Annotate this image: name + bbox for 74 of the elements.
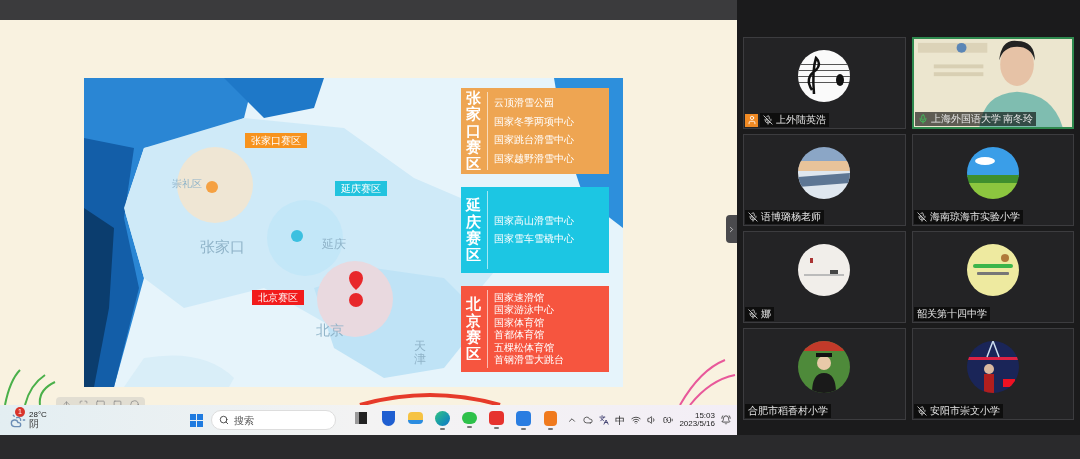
venue-name: 国家冬季两项中心 xyxy=(494,115,574,128)
participant-name: 上海外国语大学 南冬玲 xyxy=(930,113,1034,125)
participant-tile[interactable]: 合肥市稻香村小学 xyxy=(743,328,906,420)
clock-time[interactable]: 15:03 xyxy=(694,412,715,420)
mic-icon[interactable] xyxy=(917,114,928,124)
venue-name: 国家速滑馆 xyxy=(494,291,545,304)
search-field[interactable]: 搜索 xyxy=(211,410,336,430)
running-indicator xyxy=(466,426,472,428)
running-indicator xyxy=(493,427,499,429)
mic-muted-icon[interactable] xyxy=(748,212,758,222)
venue-name: 国家体育馆 xyxy=(494,316,545,329)
zone-label: 延庆赛区 xyxy=(335,181,387,196)
running-indicator xyxy=(547,427,553,430)
participant-name: 娜 xyxy=(761,308,771,320)
venue-name: 国家雪车雪橇中心 xyxy=(494,233,574,246)
chevron-right-icon xyxy=(727,224,736,234)
participant-tile[interactable]: 韶关第十四中学 xyxy=(911,231,1074,323)
participant-name: 合肥市稻香村小学 xyxy=(748,405,828,417)
participant-tile[interactable]: 语博璐杨老师 xyxy=(743,134,906,226)
venue-name: 国家越野滑雪中心 xyxy=(494,152,574,165)
play-icon[interactable] xyxy=(543,410,557,426)
browser-icon[interactable] xyxy=(434,410,450,426)
temperature: 28°C xyxy=(29,411,47,419)
zone-label: 北京赛区 xyxy=(252,290,304,305)
battery-icon[interactable] xyxy=(663,415,674,425)
participant-name: 韶关第十四中学 xyxy=(916,308,987,320)
running-indicator xyxy=(439,427,445,430)
venue-name: 五棵松体育馆 xyxy=(494,341,555,354)
chat-icon[interactable] xyxy=(461,412,477,424)
zone-title: 延庆赛区 xyxy=(466,197,481,263)
weather-icon[interactable] xyxy=(10,412,26,428)
clock-date[interactable]: 2023/5/16 xyxy=(679,420,715,428)
venue-name: 国家跳台滑雪中心 xyxy=(494,134,574,147)
meeting-icon[interactable] xyxy=(515,410,531,426)
document-icon[interactable] xyxy=(488,411,504,425)
participant-tile[interactable]: 安阳市崇文小学 xyxy=(911,328,1074,420)
search-input[interactable]: 搜索 xyxy=(234,412,324,428)
search-icon xyxy=(219,415,229,425)
mic-muted-icon[interactable] xyxy=(916,212,927,222)
chevron-up-icon[interactable] xyxy=(567,415,578,425)
notification-icon[interactable] xyxy=(721,415,731,425)
venue-name: 国家游泳中心 xyxy=(494,304,555,317)
zone-label: 张家口赛区 xyxy=(245,133,307,148)
participant-tile[interactable]: 上海外国语大学 南冬玲 xyxy=(911,37,1074,129)
folder-icon[interactable] xyxy=(407,412,423,424)
venue-name: 首钢滑雪大跳台 xyxy=(494,354,564,367)
place-name: 北京 xyxy=(316,321,344,340)
cloud-icon[interactable] xyxy=(583,415,594,425)
venue-name: 国家高山滑雪中心 xyxy=(494,214,574,227)
venue-name: 云顶滑雪公园 xyxy=(494,97,555,110)
weather-condition: 阴 xyxy=(29,419,40,429)
participant-tile[interactable]: 海南琼海市实验小学 xyxy=(911,134,1074,226)
participant-name: 上外陆英浩 xyxy=(776,114,826,126)
venue-name: 首都体育馆 xyxy=(494,329,545,342)
shield-icon[interactable] xyxy=(381,410,395,426)
place-name: 张家口 xyxy=(200,237,245,257)
collapse-button[interactable] xyxy=(726,215,737,243)
running-indicator xyxy=(520,427,526,430)
participant-name: 安阳市崇文小学 xyxy=(929,405,1000,417)
participant-tile[interactable]: 上外陆英浩 xyxy=(743,37,906,129)
mic-muted-icon[interactable] xyxy=(916,406,927,416)
participant-name: 海南琼海市实验小学 xyxy=(929,211,1020,223)
volume-icon[interactable] xyxy=(647,415,658,425)
mic-muted-icon[interactable] xyxy=(748,309,758,319)
window-icon[interactable] xyxy=(355,412,367,424)
zone-title: 张家口赛区 xyxy=(466,89,481,173)
start-icon[interactable] xyxy=(190,413,203,427)
place-name: 崇礼区 xyxy=(172,177,202,191)
participant-tile[interactable]: 娜 xyxy=(743,231,906,323)
zone-title: 北京赛区 xyxy=(466,296,481,362)
wifi-icon[interactable] xyxy=(631,415,642,425)
participant-name: 语博璐杨老师 xyxy=(761,211,821,223)
input-method[interactable]: 中 xyxy=(615,412,626,428)
mic-muted-icon[interactable] xyxy=(763,115,773,125)
